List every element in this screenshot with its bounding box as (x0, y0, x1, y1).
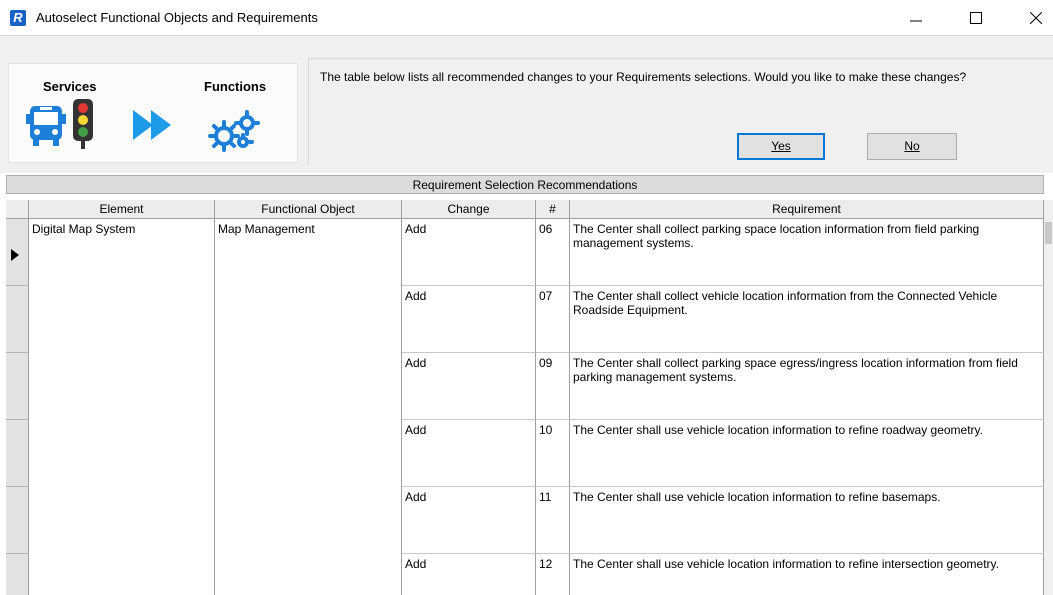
element-cell[interactable]: Digital Map System (29, 219, 215, 595)
change-cell[interactable]: Add (402, 487, 536, 554)
no-button-label: No (904, 139, 920, 153)
yes-button-label: Yes (771, 139, 791, 153)
wizard-progress: Services Functions (8, 63, 298, 163)
row-header[interactable] (6, 219, 29, 286)
column-header-change[interactable]: Change (402, 200, 536, 219)
minimize-button[interactable] (893, 0, 939, 36)
requirement-cell[interactable]: The Center shall use vehicle location in… (570, 420, 1044, 487)
services-label: Services (43, 79, 97, 94)
change-cell[interactable]: Add (402, 420, 536, 487)
yes-button[interactable]: Yes (737, 133, 825, 160)
number-cell[interactable]: 12 (536, 554, 570, 595)
app-icon: R (10, 10, 26, 26)
grid-caption: Requirement Selection Recommendations (6, 175, 1044, 194)
column-header-element[interactable]: Element (29, 200, 215, 219)
row-selector-arrow-icon (11, 249, 19, 261)
change-cell[interactable]: Add (402, 554, 536, 595)
number-cell[interactable]: 06 (536, 219, 570, 286)
change-cell[interactable]: Add (402, 219, 536, 286)
row-header[interactable] (6, 420, 29, 487)
change-cell[interactable]: Add (402, 353, 536, 420)
requirement-cell[interactable]: The Center shall collect parking space l… (570, 219, 1044, 286)
recommendations-grid: Requirement Selection Recommendations El… (0, 173, 1053, 595)
functional-object-cell[interactable]: Map Management (215, 219, 402, 595)
requirement-cell[interactable]: The Center shall collect vehicle locatio… (570, 286, 1044, 353)
prompt-message: The table below lists all recommended ch… (320, 70, 967, 84)
functions-label: Functions (204, 79, 267, 94)
number-cell[interactable]: 07 (536, 286, 570, 353)
vertical-scrollbar[interactable] (1044, 200, 1053, 595)
maximize-button[interactable] (953, 0, 999, 36)
row-header[interactable] (6, 286, 29, 353)
close-button[interactable] (1013, 0, 1053, 36)
requirement-cell[interactable]: The Center shall use vehicle location in… (570, 554, 1044, 595)
bus-icon (26, 106, 66, 146)
row-header[interactable] (6, 487, 29, 554)
gears-icon (208, 110, 260, 152)
requirement-cell[interactable]: The Center shall use vehicle location in… (570, 487, 1044, 554)
row-header[interactable] (6, 353, 29, 420)
column-header-requirement[interactable]: Requirement (570, 200, 1044, 219)
scrollbar-thumb[interactable] (1045, 222, 1052, 244)
number-cell[interactable]: 10 (536, 420, 570, 487)
window-title: Autoselect Functional Objects and Requir… (36, 10, 318, 25)
maximize-icon (970, 12, 982, 24)
row-header[interactable] (6, 554, 29, 595)
requirement-cell[interactable]: The Center shall collect parking space e… (570, 353, 1044, 420)
column-header-functional-object[interactable]: Functional Object (215, 200, 402, 219)
number-cell[interactable]: 09 (536, 353, 570, 420)
traffic-light-icon (73, 99, 93, 149)
no-button[interactable]: No (867, 133, 957, 160)
minimize-icon (910, 20, 922, 22)
change-cell[interactable]: Add (402, 286, 536, 353)
close-icon (1030, 12, 1042, 24)
column-header-number[interactable]: # (536, 200, 570, 219)
title-bar: R Autoselect Functional Objects and Requ… (0, 0, 1053, 36)
row-header-corner (6, 200, 29, 219)
double-arrow-icon (133, 110, 171, 140)
number-cell[interactable]: 11 (536, 487, 570, 554)
top-panel: Services Functions The table below lists… (0, 36, 1053, 173)
